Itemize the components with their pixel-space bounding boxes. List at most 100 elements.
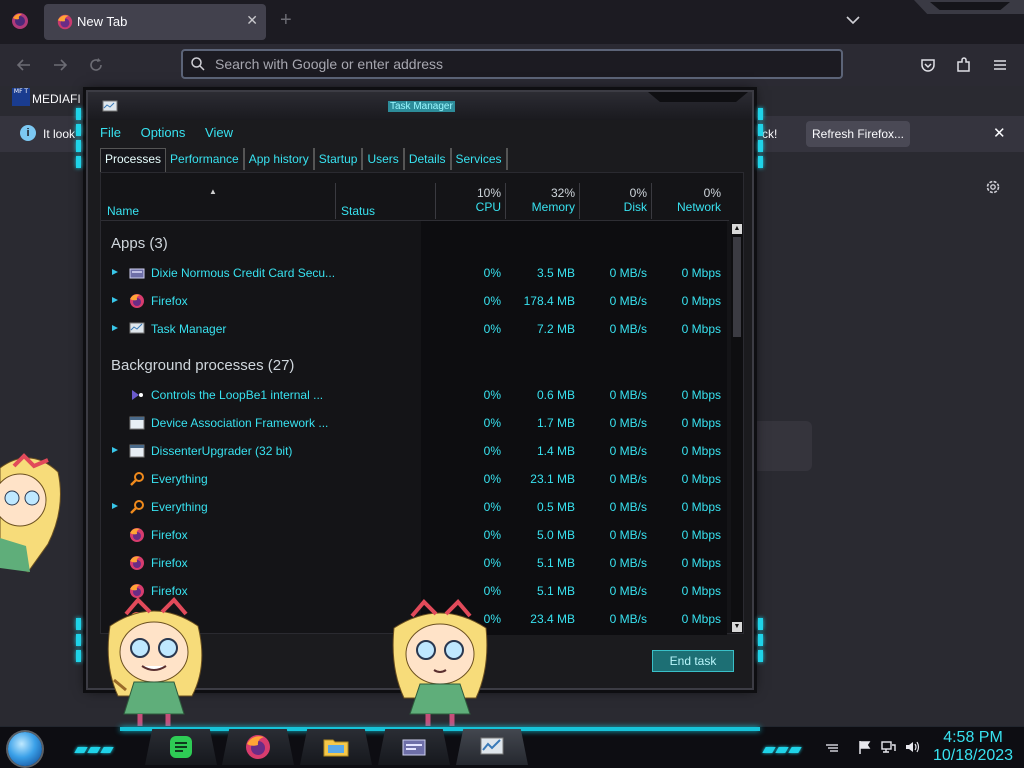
process-row[interactable]: Firefox 0% 5.0 MB 0 MB/s 0 Mbps bbox=[101, 521, 729, 549]
process-row[interactable]: Everything 0% 23.1 MB 0 MB/s 0 Mbps bbox=[101, 465, 729, 493]
process-network: 0 Mbps bbox=[681, 444, 721, 458]
column-name[interactable]: Name bbox=[107, 204, 139, 218]
scroll-up-icon[interactable]: ▲ bbox=[732, 224, 742, 234]
process-memory: 1.4 MB bbox=[536, 444, 575, 458]
expand-arrow-icon[interactable] bbox=[111, 446, 119, 454]
expand-arrow-icon[interactable] bbox=[111, 502, 119, 510]
process-network: 0 Mbps bbox=[681, 266, 721, 280]
expand-arrow-icon[interactable] bbox=[111, 296, 119, 304]
task-manager-icon bbox=[102, 100, 118, 112]
taskbar-app-task-manager[interactable] bbox=[456, 729, 528, 765]
volume-icon[interactable] bbox=[904, 739, 920, 755]
extensions-puzzle-icon[interactable] bbox=[955, 56, 973, 74]
clock-date: 10/18/2023 bbox=[932, 747, 1014, 764]
tab-startup[interactable]: Startup bbox=[315, 148, 364, 170]
column-cpu[interactable]: 10% CPU bbox=[451, 186, 501, 214]
process-name: Everything bbox=[151, 500, 208, 514]
back-arrow-icon[interactable] bbox=[15, 56, 33, 74]
scroll-down-icon[interactable]: ▼ bbox=[732, 622, 742, 632]
network-icon[interactable] bbox=[880, 739, 896, 755]
close-icon[interactable]: ✕ bbox=[993, 124, 1006, 142]
column-header: ▲ Name Status 10% CPU 32% Memory 0% Disk… bbox=[101, 173, 729, 221]
start-button[interactable] bbox=[8, 732, 42, 766]
process-row[interactable]: Device Association Framework ... 0% 1.7 MB… bbox=[101, 409, 729, 437]
process-network: 0 Mbps bbox=[681, 294, 721, 308]
process-memory: 5.1 MB bbox=[536, 556, 575, 570]
process-memory: 7.2 MB bbox=[536, 322, 575, 336]
task-manager-titlebar[interactable]: Task Manager bbox=[88, 92, 752, 120]
process-memory: 0.6 MB bbox=[536, 388, 575, 402]
column-status[interactable]: Status bbox=[341, 204, 375, 218]
tab-details[interactable]: Details bbox=[405, 148, 452, 170]
mediafire-bookmark-icon[interactable]: MF T bbox=[12, 88, 30, 106]
address-input[interactable] bbox=[215, 54, 815, 74]
process-row[interactable]: Controls the LoopBe1 internal ... 0% 0.6 M… bbox=[101, 381, 729, 409]
process-cpu: 0% bbox=[483, 500, 501, 514]
process-network: 0 Mbps bbox=[681, 472, 721, 486]
process-memory: 5.0 MB bbox=[536, 528, 575, 542]
star-butterfly-mascot-center[interactable] bbox=[104, 596, 208, 728]
firefox-logo-icon bbox=[12, 13, 28, 29]
expand-arrow-icon[interactable] bbox=[111, 324, 119, 332]
green-notes-app-icon bbox=[170, 736, 192, 758]
address-bar[interactable] bbox=[181, 49, 843, 79]
right-upper-ticks-decoration bbox=[758, 108, 764, 172]
bookmark-label[interactable]: MEDIAFI bbox=[32, 92, 81, 106]
process-disk: 0 MB/s bbox=[609, 612, 647, 626]
process-disk: 0 MB/s bbox=[609, 556, 647, 570]
end-task-button[interactable]: End task bbox=[652, 650, 734, 672]
left-upper-ticks-decoration bbox=[76, 108, 82, 172]
tab-users[interactable]: Users bbox=[363, 148, 405, 170]
menu-options[interactable]: Options bbox=[141, 125, 186, 140]
tab-processes[interactable]: Processes bbox=[100, 148, 167, 172]
theme-corner-decoration bbox=[914, 0, 1024, 14]
taskbar-app-notes[interactable] bbox=[145, 729, 217, 765]
reload-icon[interactable] bbox=[87, 56, 105, 74]
pocket-icon[interactable] bbox=[919, 56, 937, 74]
chevron-down-icon[interactable] bbox=[845, 12, 861, 28]
gear-icon[interactable] bbox=[984, 178, 1002, 196]
taskbar-app-firefox[interactable] bbox=[222, 729, 294, 765]
process-cpu: 0% bbox=[483, 528, 501, 542]
star-butterfly-mascot-left[interactable] bbox=[0, 448, 62, 574]
menu-view[interactable]: View bbox=[205, 125, 233, 140]
left-lower-ticks-decoration bbox=[76, 618, 82, 666]
cpu-label: CPU bbox=[475, 200, 501, 214]
expand-arrow-icon[interactable] bbox=[111, 268, 119, 276]
process-memory: 3.5 MB bbox=[536, 266, 575, 280]
column-network[interactable]: 0% Network bbox=[651, 186, 721, 214]
action-center-flag-icon[interactable] bbox=[857, 739, 873, 755]
new-tab-plus-icon[interactable]: + bbox=[280, 10, 292, 30]
process-row[interactable]: Dixie Normous Credit Card Secu... 0% 3.5 M… bbox=[101, 259, 729, 287]
process-cpu: 0% bbox=[483, 584, 501, 598]
taskbar-app-card[interactable] bbox=[378, 729, 450, 765]
tab-app-history[interactable]: App history bbox=[245, 148, 315, 170]
taskbar-app-explorer[interactable] bbox=[300, 729, 372, 765]
tab-new-tab[interactable]: New Tab ✕ bbox=[44, 4, 266, 40]
process-row[interactable]: Task Manager 0% 7.2 MB 0 MB/s 0 Mbps bbox=[101, 315, 729, 343]
tab-performance[interactable]: Performance bbox=[166, 148, 245, 170]
menu-file[interactable]: File bbox=[100, 125, 121, 140]
right-lower-ticks-decoration bbox=[758, 618, 764, 666]
scroll-thumb[interactable] bbox=[733, 237, 741, 337]
tray-menu-icon[interactable] bbox=[824, 739, 840, 755]
hamburger-menu-icon[interactable] bbox=[991, 56, 1009, 74]
process-row[interactable]: Everything 0% 0.5 MB 0 MB/s 0 Mbps bbox=[101, 493, 729, 521]
process-cpu: 0% bbox=[483, 388, 501, 402]
task-manager-icon bbox=[480, 737, 504, 755]
process-row[interactable]: Firefox 0% 178.4 MB 0 MB/s 0 Mbps bbox=[101, 287, 729, 315]
forward-arrow-icon[interactable] bbox=[51, 56, 69, 74]
system-clock[interactable]: 4:58 PM 10/18/2023 bbox=[928, 729, 1018, 765]
vertical-scrollbar[interactable]: ▲ ▼ bbox=[731, 223, 743, 633]
process-row[interactable]: DissenterUpgrader (32 bit) 0% 1.4 MB 0 MB/s… bbox=[101, 437, 729, 465]
tab-close-icon[interactable]: ✕ bbox=[246, 12, 258, 29]
tab-services[interactable]: Services bbox=[452, 148, 508, 170]
process-disk: 0 MB/s bbox=[609, 472, 647, 486]
titlebar-decoration bbox=[648, 92, 748, 102]
column-disk[interactable]: 0% Disk bbox=[581, 186, 647, 214]
shortcut-tile[interactable] bbox=[752, 421, 812, 471]
process-row[interactable]: Firefox 0% 5.1 MB 0 MB/s 0 Mbps bbox=[101, 549, 729, 577]
refresh-firefox-button[interactable]: Refresh Firefox... bbox=[806, 121, 910, 147]
star-butterfly-mascot-right[interactable] bbox=[390, 598, 490, 728]
column-memory[interactable]: 32% Memory bbox=[511, 186, 575, 214]
